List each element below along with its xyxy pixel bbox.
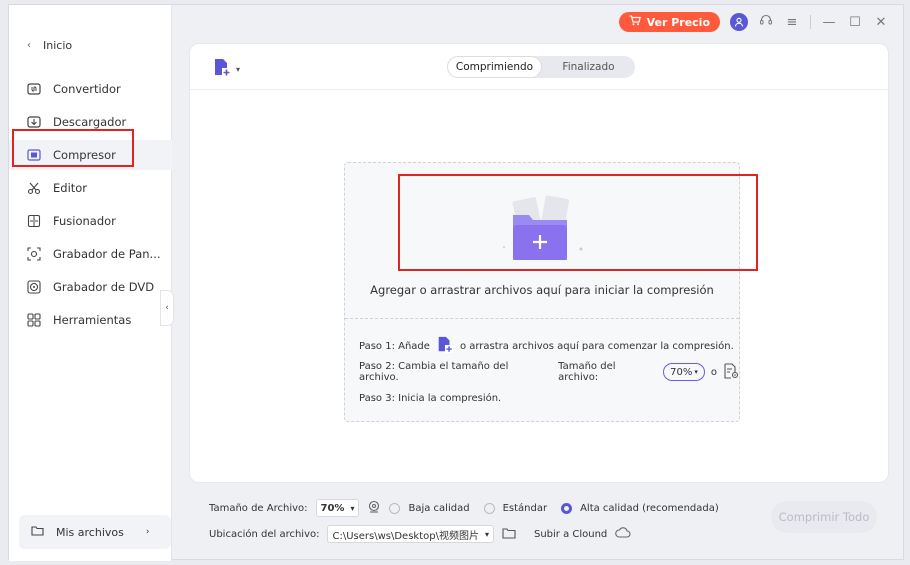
chevron-down-icon: ▾ — [236, 65, 241, 74]
location-label: Ubicación del archivo: — [209, 528, 320, 540]
screen-record-icon — [27, 247, 41, 261]
close-icon[interactable]: ✕ — [873, 15, 889, 30]
sidebar-item-label: Compresor — [53, 148, 116, 162]
file-drop-zone[interactable]: Agregar o arrastrar archivos aquí para i… — [344, 162, 740, 422]
merge-icon — [27, 214, 41, 228]
user-avatar-icon[interactable] — [730, 13, 748, 31]
add-folder-icon[interactable] — [485, 191, 595, 271]
folder-icon — [31, 525, 44, 539]
quality-low-radio[interactable] — [389, 502, 401, 514]
cart-icon — [629, 15, 641, 29]
sidebar-item-fusionador[interactable]: Fusionador — [9, 206, 172, 236]
sidebar-item-grabador-dvd[interactable]: Grabador de DVD — [9, 272, 172, 302]
maximize-icon[interactable]: ☐ — [847, 15, 863, 30]
step-2: Paso 2: Cambia el tamaño del archivo. Ta… — [359, 359, 739, 385]
sidebar-item-label: Convertidor — [53, 82, 121, 96]
compress-icon — [27, 148, 41, 162]
sidebar-item-label: Herramientas — [53, 313, 132, 327]
sidebar-item-herramientas[interactable]: Herramientas — [9, 305, 172, 335]
file-size-value: 70% — [320, 502, 345, 514]
location-select[interactable]: C:\Users\ws\Desktop\视频图片 ▾ — [327, 525, 494, 543]
upload-cloud-label[interactable]: Subir a Clound — [534, 529, 607, 540]
file-settings-icon[interactable] — [723, 362, 739, 382]
scissors-icon — [27, 181, 41, 195]
step-1-text: o arrastra archivos aquí para comenzar l… — [459, 340, 734, 352]
sidebar-item-label: Descargador — [53, 115, 127, 129]
quality-standard-radio[interactable] — [483, 502, 495, 514]
sidebar-item-descargador[interactable]: Descargador — [9, 107, 172, 137]
quality-standard-label: Estándar — [502, 502, 548, 514]
chevron-down-icon: ▾ — [484, 529, 489, 539]
quality-high-label: Alta calidad (recomendada) — [580, 502, 719, 514]
minimize-icon[interactable]: — — [821, 15, 837, 30]
size-value: 70% — [670, 366, 693, 378]
sidebar-item-label: Fusionador — [53, 214, 116, 228]
quality-low-label: Baja calidad — [408, 502, 470, 514]
menu-icon[interactable]: ≡ — [784, 15, 800, 30]
download-icon — [27, 115, 41, 129]
chevron-down-icon: ▾ — [694, 368, 698, 376]
chevron-down-icon: ▾ — [350, 503, 355, 513]
divider — [810, 15, 811, 29]
step-2-label: Paso 2: Cambia el tamaño del archivo. — [359, 361, 509, 383]
steps-list: Paso 1: Añade o arrastra archivos aquí p… — [359, 333, 739, 411]
tab-finalizado[interactable]: Finalizado — [542, 56, 635, 78]
step-1-label: Paso 1: Añade — [359, 340, 430, 352]
ver-precio-label: Ver Precio — [646, 15, 710, 29]
drop-instruction: Agregar o arrastrar archivos aquí para i… — [370, 283, 714, 297]
file-size-select[interactable]: 70% ▾ — [315, 499, 360, 517]
step-3: Paso 3: Inicia la compresión. — [359, 385, 739, 411]
tab-comprimiendo[interactable]: Comprimiendo — [447, 56, 542, 78]
cloud-icon[interactable] — [615, 526, 631, 542]
sidebar-item-grabador-pantalla[interactable]: Grabador de Pan... — [9, 239, 172, 269]
status-tabs: Comprimiendo Finalizado — [447, 56, 635, 78]
file-size-label: Tamaño de Archivo: — [209, 502, 308, 514]
grid-icon — [27, 313, 41, 327]
add-file-dropdown-button[interactable]: ▾ — [212, 58, 240, 81]
sidebar-item-label: Editor — [53, 181, 88, 195]
compress-all-button[interactable]: Comprimir Todo — [771, 501, 877, 533]
disc-icon — [27, 280, 41, 294]
my-files-button[interactable]: Mis archivos › — [19, 515, 171, 549]
sidebar-item-editor[interactable]: Editor — [9, 173, 172, 203]
headset-support-icon[interactable] — [758, 13, 774, 31]
converter-icon — [27, 82, 41, 96]
preview-settings-icon[interactable] — [367, 500, 381, 517]
chevron-left-icon: ‹ — [165, 303, 169, 313]
step-1: Paso 1: Añade o arrastra archivos aquí p… — [359, 333, 739, 359]
drop-area[interactable]: Agregar o arrastrar archivos aquí para i… — [345, 163, 739, 319]
sidebar: ‹ Inicio Convertidor Descargador Compres… — [9, 5, 172, 561]
sidebar-item-label: Grabador de DVD — [53, 280, 155, 294]
title-bar: Ver Precio ≡ — ☐ ✕ — [173, 5, 903, 39]
ver-precio-button[interactable]: Ver Precio — [618, 12, 720, 32]
app-window: ‹ Inicio Convertidor Descargador Compres… — [8, 4, 904, 561]
chevron-right-icon: › — [145, 527, 150, 537]
sidebar-item-convertidor[interactable]: Convertidor — [9, 74, 172, 104]
chevron-left-icon: ‹ — [27, 40, 31, 51]
add-file-icon — [212, 58, 232, 81]
step-3-label: Paso 3: Inicia la compresión. — [359, 392, 502, 404]
collapse-sidebar-button[interactable]: ‹ — [160, 290, 174, 326]
step-2-size-label: Tamaño del archivo: — [558, 361, 616, 383]
sidebar-item-label: Grabador de Pan... — [53, 247, 161, 261]
my-files-label: Mis archivos — [56, 525, 124, 539]
quality-high-radio[interactable] — [561, 502, 573, 514]
back-label: Inicio — [43, 39, 73, 52]
back-home-link[interactable]: ‹ Inicio — [27, 39, 72, 52]
add-file-icon[interactable] — [436, 336, 454, 357]
bottom-settings: Tamaño de Archivo: 70% ▾ Baja calidad Es… — [189, 489, 889, 551]
file-size-row: Tamaño de Archivo: 70% ▾ Baja calidad Es… — [209, 499, 719, 517]
main-panel: ▾ Comprimiendo Finalizado Agregar o arra… — [189, 43, 889, 483]
open-folder-icon[interactable] — [502, 527, 516, 542]
size-select[interactable]: 70% ▾ — [663, 363, 705, 381]
location-value: C:\Users\ws\Desktop\视频图片 — [332, 530, 479, 542]
panel-header: ▾ Comprimiendo Finalizado — [190, 44, 888, 90]
sidebar-item-compresor[interactable]: Compresor — [9, 140, 172, 170]
or-text: o — [710, 366, 717, 378]
location-row: Ubicación del archivo: C:\Users\ws\Deskt… — [209, 525, 631, 543]
